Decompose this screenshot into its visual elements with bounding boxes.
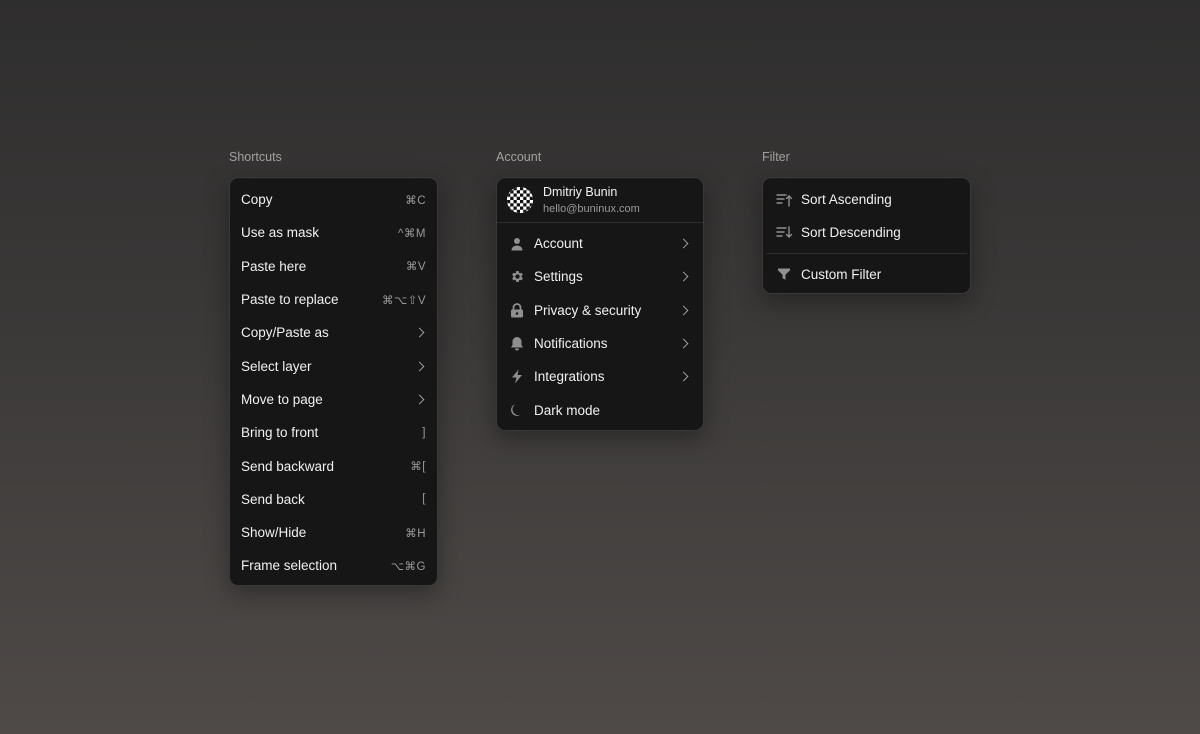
gear-icon xyxy=(509,269,525,285)
menu-item-notifications[interactable]: Notifications xyxy=(497,327,703,360)
chevron-right-icon xyxy=(678,271,689,282)
menu-item-copy[interactable]: Copy ⌘C xyxy=(230,183,437,216)
user-name: Dmitriy Bunin xyxy=(543,185,618,199)
menu-item-bring-to-front[interactable]: Bring to front ] xyxy=(230,416,437,449)
shortcut-hint: ⌘V xyxy=(405,261,426,274)
profile-header[interactable]: Dmitriy Bunin hello@buninux.com xyxy=(497,178,703,223)
chevron-right-icon xyxy=(414,361,425,372)
chevron-right-icon xyxy=(678,371,689,382)
menu-item-label: Send back xyxy=(241,491,305,507)
menu-item-label: Paste here xyxy=(241,258,307,274)
menu-item-paste-to-replace[interactable]: Paste to replace ⌘⌥⇧V xyxy=(230,283,437,316)
menu-item-label: Move to page xyxy=(241,391,323,407)
menu-item-label: Sort Descending xyxy=(801,225,901,241)
menu-item-label: Send backward xyxy=(241,458,335,474)
user-email: hello@buninux.com xyxy=(543,203,640,215)
shortcut-hint: ⌘[ xyxy=(410,461,426,474)
menu-item-label: Settings xyxy=(534,269,583,285)
profile-text: Dmitriy Bunin hello@buninux.com xyxy=(543,185,640,215)
menu-item-label: Notifications xyxy=(534,336,608,352)
menu-item-paste-here[interactable]: Paste here ⌘V xyxy=(230,250,437,283)
menu-item-send-back[interactable]: Send back [ xyxy=(230,483,437,516)
shortcut-hint: [ xyxy=(422,493,426,506)
shortcut-hint: ⌘H xyxy=(405,527,426,540)
menu-item-use-as-mask[interactable]: Use as mask ^⌘M xyxy=(230,216,437,249)
chevron-right-icon xyxy=(414,394,425,405)
menu-item-settings[interactable]: Settings xyxy=(497,260,703,293)
shortcut-hint: ^⌘M xyxy=(398,227,426,240)
account-section-label: Account xyxy=(496,150,542,164)
chevron-right-icon xyxy=(414,327,425,338)
shortcut-hint: ] xyxy=(422,426,426,439)
menu-item-sort-ascending[interactable]: Sort Ascending xyxy=(763,183,970,216)
menu-item-frame-selection[interactable]: Frame selection ⌥⌘G xyxy=(230,549,437,582)
menu-item-label: Frame selection xyxy=(241,558,338,574)
menu-item-move-to-page[interactable]: Move to page xyxy=(230,383,437,416)
user-icon xyxy=(509,236,525,252)
menu-item-dark-mode[interactable]: Dark mode xyxy=(497,393,703,426)
menu-item-label: Copy/Paste as xyxy=(241,325,329,341)
menu-item-label: Select layer xyxy=(241,358,312,374)
menu-item-label: Copy xyxy=(241,192,273,208)
filter-section-label: Filter xyxy=(762,150,790,164)
shortcuts-menu: Copy ⌘C Use as mask ^⌘M Paste here ⌘V Pa… xyxy=(229,177,438,586)
menu-divider xyxy=(766,252,967,254)
filter-icon xyxy=(775,266,793,282)
shortcuts-section-label: Shortcuts xyxy=(229,150,282,164)
shortcut-hint: ⌘C xyxy=(405,194,426,207)
sort-descending-icon xyxy=(775,225,793,241)
checkered-avatar-icon xyxy=(507,187,533,213)
avatar xyxy=(507,187,533,213)
menu-item-label: Show/Hide xyxy=(241,525,307,541)
menu-item-send-backward[interactable]: Send backward ⌘[ xyxy=(230,449,437,482)
menu-item-label: Sort Ascending xyxy=(801,192,892,208)
menu-item-label: Account xyxy=(534,236,583,252)
menu-item-copy-paste-as[interactable]: Copy/Paste as xyxy=(230,316,437,349)
moon-icon xyxy=(509,402,525,418)
menu-item-label: Bring to front xyxy=(241,425,319,441)
menu-item-integrations[interactable]: Integrations xyxy=(497,360,703,393)
menu-item-custom-filter[interactable]: Custom Filter xyxy=(763,258,970,291)
menu-item-show-hide[interactable]: Show/Hide ⌘H xyxy=(230,516,437,549)
lock-icon xyxy=(509,302,525,318)
chevron-right-icon xyxy=(678,305,689,316)
shortcut-hint: ⌘⌥⇧V xyxy=(381,294,426,307)
chevron-right-icon xyxy=(678,238,689,249)
shortcut-hint: ⌥⌘G xyxy=(390,560,426,573)
menu-item-label: Integrations xyxy=(534,369,605,385)
menu-item-label: Paste to replace xyxy=(241,292,339,308)
menu-item-label: Dark mode xyxy=(534,402,601,418)
menu-item-account[interactable]: Account xyxy=(497,227,703,260)
bolt-icon xyxy=(509,369,525,385)
menu-item-sort-descending[interactable]: Sort Descending xyxy=(763,216,970,249)
account-menu-list: Account Settings Privacy & security Noti… xyxy=(497,223,703,427)
account-menu: Dmitriy Bunin hello@buninux.com Account … xyxy=(496,177,704,431)
filter-menu: Sort Ascending Sort Descending Custom Fi… xyxy=(762,177,971,294)
menu-item-select-layer[interactable]: Select layer xyxy=(230,349,437,382)
bell-icon xyxy=(509,336,525,352)
menu-item-label: Privacy & security xyxy=(534,302,642,318)
menu-item-label: Use as mask xyxy=(241,225,320,241)
menu-item-privacy-security[interactable]: Privacy & security xyxy=(497,294,703,327)
menu-item-label: Custom Filter xyxy=(801,266,882,282)
sort-ascending-icon xyxy=(775,192,793,208)
chevron-right-icon xyxy=(678,338,689,349)
